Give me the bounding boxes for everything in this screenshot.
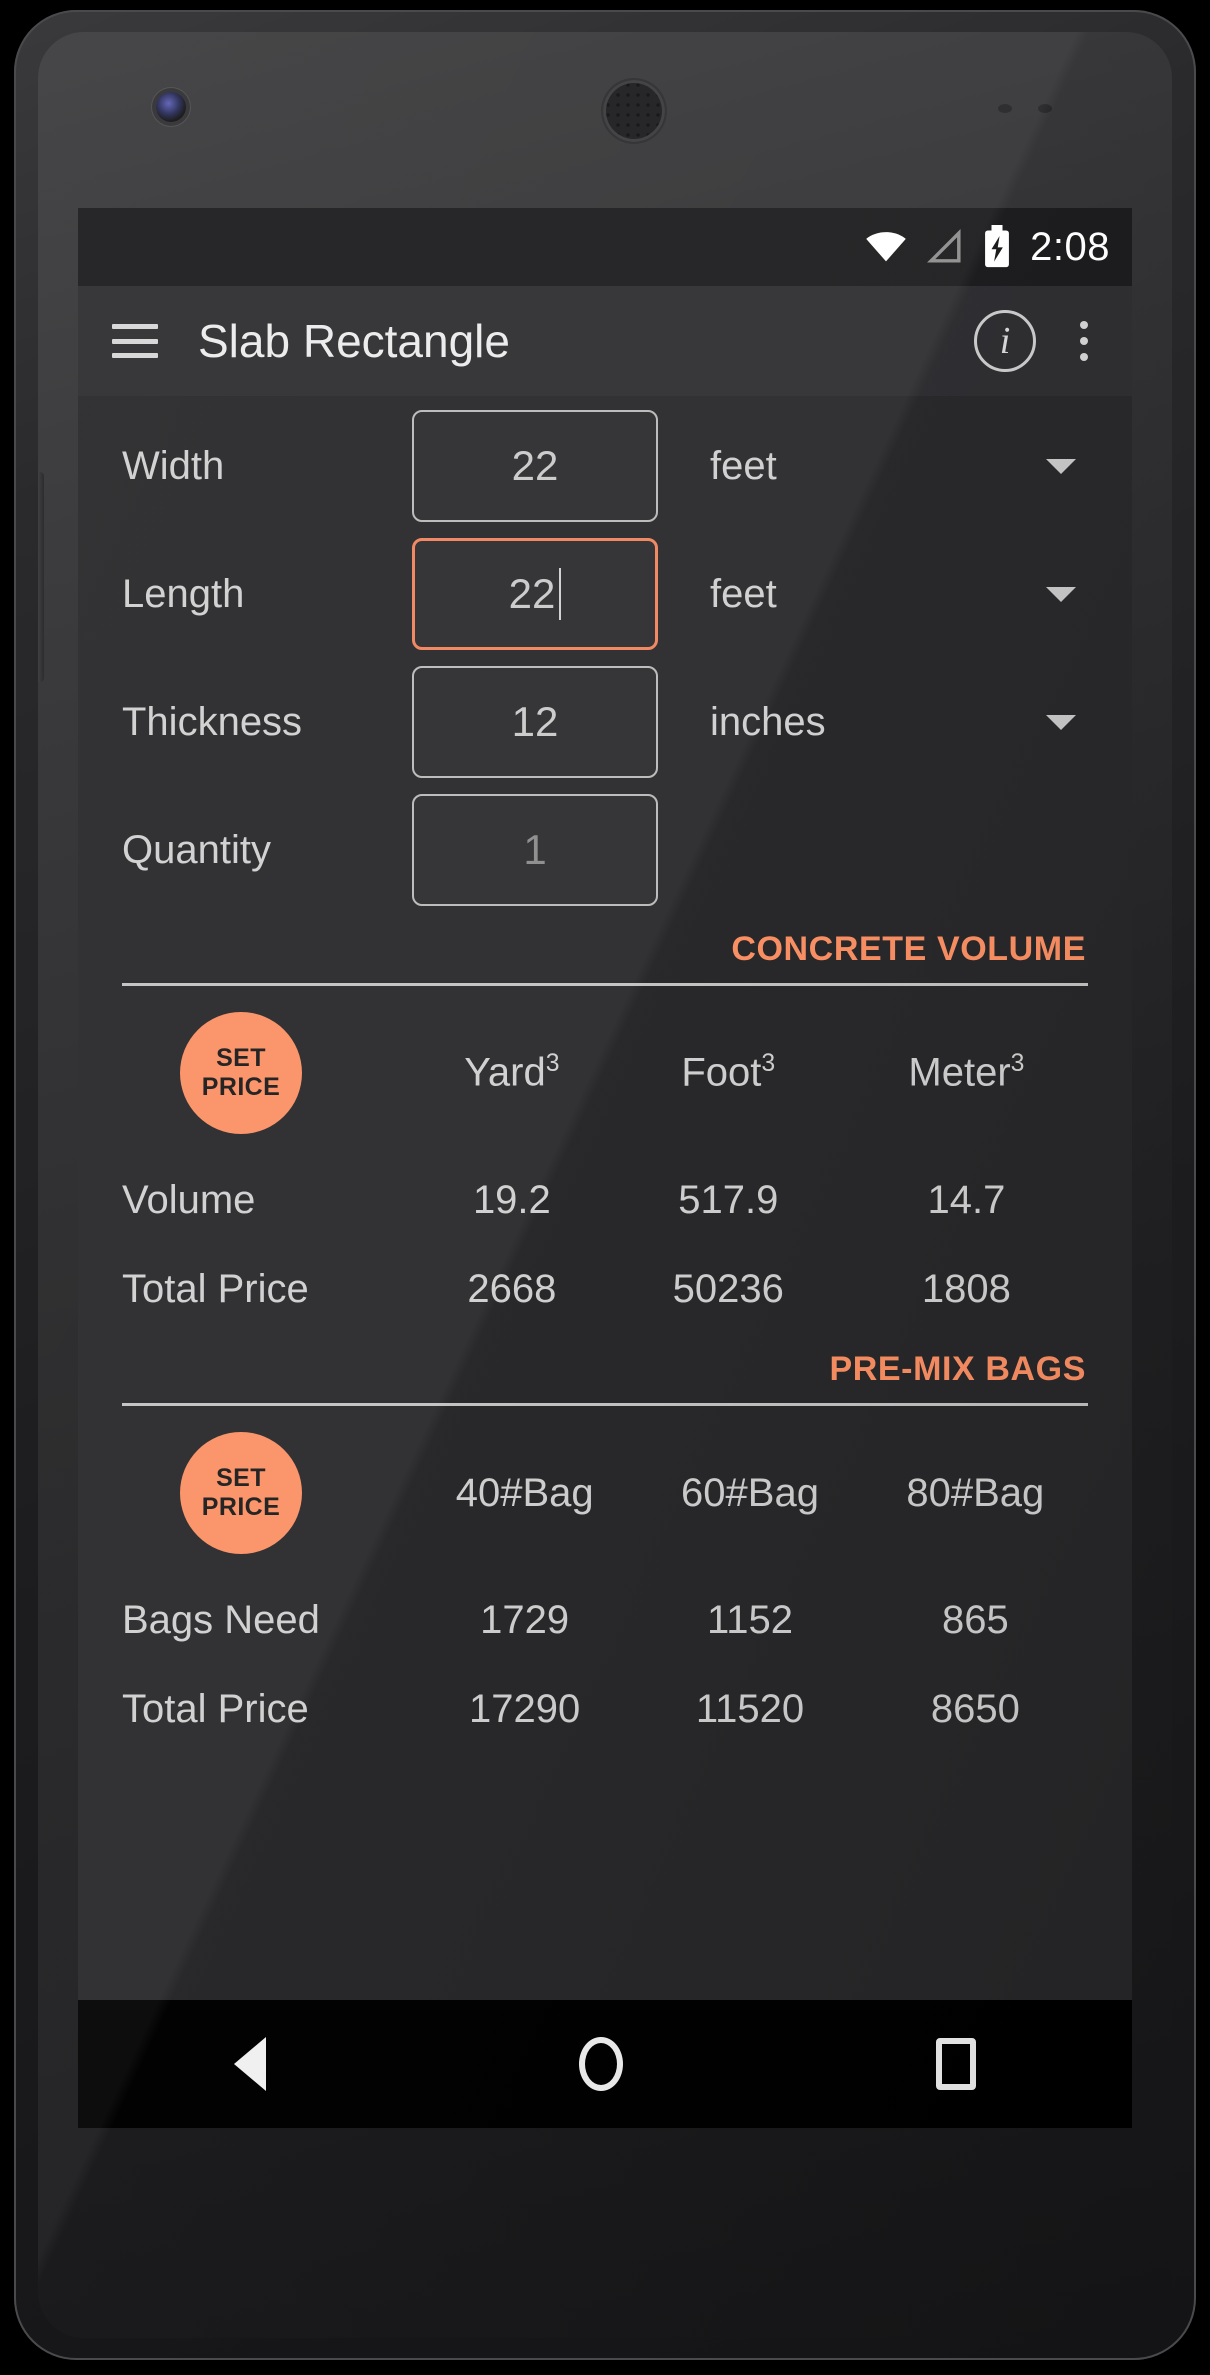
width-unit-dropdown[interactable]: feet xyxy=(658,444,1088,489)
bags-need-60: 1152 xyxy=(706,1598,793,1642)
bags-total-price-label: Total Price xyxy=(122,1687,309,1731)
input-label-length: Length xyxy=(122,571,245,616)
table-header-row: SET PRICE 40#Bag 60#Bag 80#Bag xyxy=(122,1410,1088,1576)
length-input[interactable]: 22 xyxy=(412,538,658,650)
bags-need-80: 865 xyxy=(941,1598,1009,1642)
chevron-down-icon xyxy=(1046,714,1076,730)
input-row-thickness: Thickness 12 inches xyxy=(122,658,1088,786)
volume-column-foot-base: Foot xyxy=(681,1050,762,1095)
input-row-length: Length 22 feet xyxy=(122,530,1088,658)
volume-foot-value: 517.9 xyxy=(678,1178,779,1222)
set-price-line2: PRICE xyxy=(201,1493,281,1521)
thickness-input-value: 12 xyxy=(511,698,559,745)
bags-column-40: 40#Bag xyxy=(455,1470,594,1515)
volume-yard-value: 19.2 xyxy=(472,1178,551,1222)
table-row: Bags Need 1729 1152 865 xyxy=(122,1576,1088,1665)
status-bar-clock: 2:08 xyxy=(1030,224,1110,269)
width-unit-label: feet xyxy=(710,443,777,488)
pre-mix-bags-section-title: PRE-MIX BAGS xyxy=(829,1350,1086,1388)
length-unit-label: feet xyxy=(710,571,777,616)
info-icon-glyph: i xyxy=(999,320,1011,362)
volume-column-yard-exp: 3 xyxy=(545,1050,560,1078)
battery-charging-icon xyxy=(985,225,1010,268)
table-header-row: SET PRICE Yard3 Foot3 Meter3 xyxy=(122,990,1088,1156)
text-cursor xyxy=(559,568,562,620)
length-unit-dropdown[interactable]: feet xyxy=(658,572,1088,617)
width-input[interactable]: 22 xyxy=(412,410,658,522)
hamburger-menu-icon[interactable] xyxy=(112,324,158,358)
input-label-thickness: Thickness xyxy=(122,699,303,744)
volume-total-price-foot: 50236 xyxy=(672,1267,784,1311)
set-price-line2: PRICE xyxy=(201,1073,281,1101)
bags-total-price-40: 17290 xyxy=(469,1687,581,1731)
concrete-volume-table: SET PRICE Yard3 Foot3 Meter3 Volume 19.2… xyxy=(122,990,1088,1334)
input-row-quantity: Quantity 1 xyxy=(122,786,1088,914)
proximity-sensor-icon xyxy=(998,104,1012,113)
overflow-menu-icon[interactable] xyxy=(1062,321,1106,361)
bags-total-price-80: 8650 xyxy=(930,1687,1020,1731)
volume-total-price-label: Total Price xyxy=(122,1267,309,1311)
input-label-width: Width xyxy=(122,443,225,488)
bags-column-80: 80#Bag xyxy=(906,1470,1045,1515)
earpiece-speaker-icon xyxy=(603,80,665,142)
volume-set-price-button[interactable]: SET PRICE xyxy=(180,1012,302,1134)
volume-column-meter-exp: 3 xyxy=(1010,1050,1025,1078)
table-row: Total Price 2668 50236 1808 xyxy=(122,1245,1088,1334)
back-nav-icon[interactable] xyxy=(234,2037,267,2091)
phone-body: 2:08 Slab Rectangle i Width 22 feet Leng… xyxy=(38,32,1172,2338)
phone-screen: 2:08 Slab Rectangle i Width 22 feet Leng… xyxy=(78,208,1132,2128)
concrete-volume-section-title: CONCRETE VOLUME xyxy=(731,930,1086,968)
quantity-input-value: 1 xyxy=(523,826,547,873)
cell-signal-icon xyxy=(927,229,961,263)
input-row-width: Width 22 feet xyxy=(122,402,1088,530)
thickness-unit-label: inches xyxy=(710,699,826,744)
volume-column-meter-base: Meter xyxy=(908,1050,1011,1095)
main-content: Width 22 feet Length 22 feet Thickness 1… xyxy=(78,396,1132,1754)
thickness-unit-dropdown[interactable]: inches xyxy=(658,700,1088,745)
quantity-input[interactable]: 1 xyxy=(412,794,658,906)
bags-need-40: 1729 xyxy=(480,1598,570,1642)
volume-column-foot: Foot3 xyxy=(612,990,845,1156)
section-divider xyxy=(122,1403,1088,1406)
volume-total-price-yard: 2668 xyxy=(467,1267,557,1311)
section-divider xyxy=(122,983,1088,986)
set-price-line1: SET xyxy=(216,1463,266,1492)
volume-column-meter: Meter3 xyxy=(845,990,1088,1156)
pre-mix-bags-table: SET PRICE 40#Bag 60#Bag 80#Bag Bags Need xyxy=(122,1410,1088,1754)
volume-column-yard: Yard3 xyxy=(412,990,612,1156)
chevron-down-icon xyxy=(1046,586,1076,602)
android-navigation-bar xyxy=(78,2000,1132,2128)
table-row: Volume 19.2 517.9 14.7 xyxy=(122,1156,1088,1245)
info-icon[interactable]: i xyxy=(974,310,1036,372)
home-nav-icon[interactable] xyxy=(578,2037,623,2091)
wifi-icon xyxy=(866,232,906,262)
bags-column-60: 60#Bag xyxy=(681,1470,819,1515)
bags-total-price-60: 11520 xyxy=(695,1687,805,1731)
input-label-quantity: Quantity xyxy=(122,827,271,872)
thickness-input[interactable]: 12 xyxy=(412,666,658,778)
volume-meter-value: 14.7 xyxy=(927,1178,1006,1222)
front-camera-icon xyxy=(156,92,186,122)
width-input-value: 22 xyxy=(511,442,559,489)
bags-need-label: Bags Need xyxy=(122,1598,320,1642)
volume-total-price-meter: 1808 xyxy=(921,1267,1011,1311)
app-bar: Slab Rectangle i xyxy=(78,286,1132,396)
table-row: Total Price 17290 11520 8650 xyxy=(122,1665,1088,1754)
status-bar: 2:08 xyxy=(78,208,1132,286)
volume-set-price-cell: SET PRICE xyxy=(122,990,412,1156)
bags-set-price-cell: SET PRICE xyxy=(122,1410,412,1576)
status-icons xyxy=(864,225,1012,269)
volume-button[interactable] xyxy=(38,472,44,682)
phone-frame: 2:08 Slab Rectangle i Width 22 feet Leng… xyxy=(14,10,1196,2360)
set-price-line1: SET xyxy=(216,1043,266,1072)
recents-nav-icon[interactable] xyxy=(935,2038,976,2090)
length-input-value: 22 xyxy=(508,570,556,617)
volume-column-yard-base: Yard xyxy=(464,1050,546,1095)
volume-column-foot-exp: 3 xyxy=(761,1050,776,1078)
light-sensor-icon xyxy=(1038,104,1052,113)
bags-set-price-button[interactable]: SET PRICE xyxy=(180,1432,302,1554)
page-title: Slab Rectangle xyxy=(198,315,510,367)
volume-row-label: Volume xyxy=(122,1178,256,1222)
chevron-down-icon xyxy=(1046,458,1076,474)
